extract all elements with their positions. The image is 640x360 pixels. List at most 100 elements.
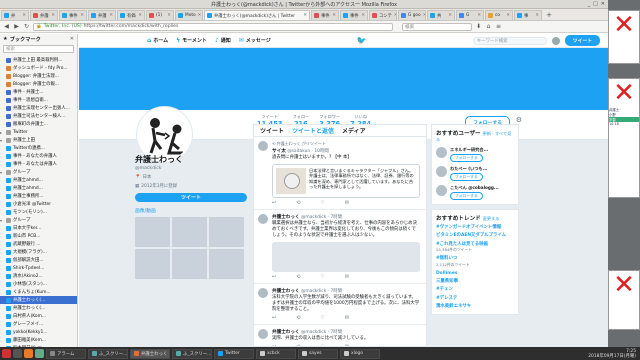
browser-tab[interactable]: 弁護 ✕ — [88, 10, 116, 20]
url-bar[interactable]: 🔒 Twitter, Inc. (US) https://twitter.com… — [33, 22, 393, 31]
media-thumb[interactable] — [135, 249, 170, 279]
bg-window[interactable]: ✕ 弁護士 小野 学習 10:18 — [608, 78, 640, 198]
twitter-search-input[interactable]: キーワード検索 — [472, 36, 547, 45]
trend-item[interactable]: #デレステ — [436, 296, 514, 301]
tab-close-icon[interactable]: ✕ — [167, 13, 171, 18]
media-thumb[interactable] — [172, 249, 207, 279]
media-thumb[interactable] — [172, 217, 207, 247]
reply-icon[interactable]: ↩ — [272, 200, 276, 206]
user-follow-button[interactable]: フォローする — [450, 192, 483, 200]
folder-arrow-icon[interactable]: ▸ — [0, 130, 4, 135]
terminal-icon[interactable] — [13, 349, 22, 358]
user-avatar[interactable] — [436, 166, 447, 177]
tab-close-icon[interactable]: ✕ — [506, 13, 510, 18]
tab-close-icon[interactable]: ✕ — [51, 13, 55, 18]
nav-notifications[interactable]: ♪ 通知 — [215, 37, 231, 44]
bookmark-item[interactable]: ▾ グループ — [0, 168, 77, 176]
bookmark-item[interactable]: 弁護士司法センター検人... — [0, 112, 77, 120]
new-tab-button[interactable]: + — [543, 10, 555, 20]
bookmark-item[interactable]: 日本大学ker... — [0, 224, 77, 232]
minimize-icon[interactable]: _ — [588, 1, 591, 7]
bookmark-item[interactable]: 小林悠(スタン)... — [0, 280, 77, 288]
bookmark-item[interactable]: 事件 - 思想自衛... — [0, 96, 77, 104]
like-icon[interactable]: ♡ — [320, 315, 324, 321]
tweet-avatar[interactable] — [258, 329, 268, 339]
tab-close-icon[interactable]: ✕ — [138, 13, 142, 18]
trend-item[interactable]: Dollimes — [436, 271, 514, 276]
bookmark-item[interactable]: yokko(Kekky1... — [0, 328, 77, 336]
taskbar-item[interactable]: xlogo — [340, 348, 380, 359]
quoted-tweet[interactable]: 日本法律と言いまくるキャラクター「ジャフル」さん。弁護士は、法律事務所ではなく、… — [272, 164, 420, 198]
timeline-tab[interactable]: ツイートと返信 — [292, 126, 334, 135]
dm-icon[interactable]: ✉ — [345, 274, 349, 280]
tweet-image[interactable] — [272, 242, 420, 272]
tweet[interactable]: 弁護士わっく @mackdick · 7時間 法科大学院の入学生数が減り、司法試験… — [254, 284, 426, 325]
trend-item[interactable]: 清水美鈴エネサキ — [436, 304, 514, 309]
browser-tab[interactable]: 有価 ✕ — [117, 10, 145, 20]
user-follow-button[interactable]: フォローする — [450, 154, 483, 162]
browser-tab[interactable]: 事件 ✕ — [311, 10, 339, 20]
media-thumb[interactable] — [209, 217, 244, 247]
folder-arrow-icon[interactable]: ▾ — [0, 218, 4, 223]
bookmark-item[interactable]: 大規模(フラグ)... — [0, 248, 77, 256]
tab-close-icon[interactable]: ✕ — [394, 13, 396, 18]
user-avatar[interactable] — [436, 185, 447, 196]
tweet-author[interactable]: サイ太 — [272, 149, 286, 154]
timeline-tab[interactable]: ツイート — [260, 126, 284, 135]
taskbar-item[interactable]: sayes — [298, 348, 338, 359]
bookmark-item[interactable]: くまんちょ(Kum... — [0, 288, 77, 296]
bookmark-item[interactable]: グレーフメイ... — [0, 320, 77, 328]
browser-tab[interactable]: 弁護 ✕ — [30, 10, 58, 20]
bookmark-item[interactable]: ダッシュボード - fdy Pro... — [0, 64, 77, 72]
bookmark-item[interactable]: 武蔵野銀行 ... — [0, 240, 77, 248]
bookmark-item[interactable]: 飯塚町の弁護士... — [0, 120, 77, 128]
trend-item[interactable]: #チェン — [436, 287, 514, 292]
media-thumb[interactable] — [135, 217, 170, 247]
tweet-author[interactable]: 弁護士わっく — [272, 215, 300, 220]
bookmark-item[interactable]: Shirk-Tpdeel... — [0, 264, 77, 272]
files-icon[interactable] — [35, 349, 44, 358]
bookmark-item[interactable]: 弁護士ahmd... — [0, 184, 77, 192]
bookmark-item[interactable]: Twitterの連携... — [0, 144, 77, 152]
taskbar-item[interactable]: xcbck — [256, 348, 296, 359]
browser-tab[interactable]: G ✕ — [456, 10, 484, 20]
trend-item[interactable]: #ヴァンガードオブイベント情報 — [436, 225, 514, 230]
bookmark-item[interactable]: 仮部解説大田... — [0, 256, 77, 264]
browser-search-input[interactable]: 検索 — [402, 22, 472, 31]
tab-close-icon[interactable]: ✕ — [198, 13, 202, 18]
suggested-user[interactable]: わたべー (いつも... フォローする — [436, 166, 514, 181]
tab-close-icon[interactable]: ✕ — [448, 13, 452, 18]
maximize-icon[interactable]: □ — [593, 1, 598, 7]
taskbar-item[interactable]: ふ_スクリー... — [172, 348, 212, 359]
tweet-author[interactable]: 弁護士わっく — [272, 330, 300, 335]
twitter-bird-icon[interactable]: 🐦 — [357, 36, 367, 45]
tab-close-icon[interactable]: ✕ — [423, 13, 425, 18]
sidebar-close-icon[interactable]: ✕ — [70, 36, 74, 42]
taskbar-item[interactable]: 弁護士わっく — [130, 348, 170, 359]
bookmark-item[interactable]: 事件 - あなたの弁護人 — [0, 152, 77, 160]
bookmark-item[interactable]: モツン(モリン)... — [0, 208, 77, 216]
bookmark-item[interactable]: ▾ グループ — [0, 216, 77, 224]
bookmark-item[interactable]: 事件 - あなたは弁護人 — [0, 160, 77, 168]
browser-tab[interactable]: co ✕ — [485, 10, 513, 20]
bookmark-item[interactable]: 弁護士上田 最高裁判例... — [0, 56, 77, 64]
browser-tab[interactable]: 事件 ✕ — [340, 10, 368, 20]
back-arrow-icon[interactable]: ◀ — [3, 23, 10, 30]
tab-close-icon[interactable]: ✕ — [361, 13, 365, 18]
retweet-icon[interactable]: ⟲ — [296, 315, 300, 321]
tweet[interactable]: 弁護士わっく @mackdick · 7時間 職業選択は弁護士なら、当初から経済を… — [254, 210, 426, 284]
tab-close-icon[interactable]: ✕ — [80, 13, 84, 18]
forward-arrow-icon[interactable]: ▶ — [13, 23, 20, 30]
home-icon[interactable]: ⌂ — [485, 23, 492, 30]
timeline-tab[interactable]: メディア — [342, 126, 366, 135]
browser-tab[interactable]: 共 ✕ — [427, 10, 455, 20]
bg-window[interactable]: ✕ — [608, 270, 640, 330]
user-avatar[interactable] — [436, 147, 447, 158]
dm-icon[interactable]: ✉ — [345, 315, 349, 321]
bookmark-item[interactable]: Blogger: 弁護士法理... — [0, 72, 77, 80]
browser-tab[interactable]: コンテ✕ — [369, 10, 397, 20]
folder-arrow-icon[interactable]: ▾ — [0, 170, 4, 175]
nav-moments[interactable]: ϟ モーメント — [176, 37, 207, 44]
nav-tweet-button[interactable]: ツイート — [564, 35, 600, 46]
browser-tab[interactable]: G goo ✕ — [398, 10, 426, 20]
